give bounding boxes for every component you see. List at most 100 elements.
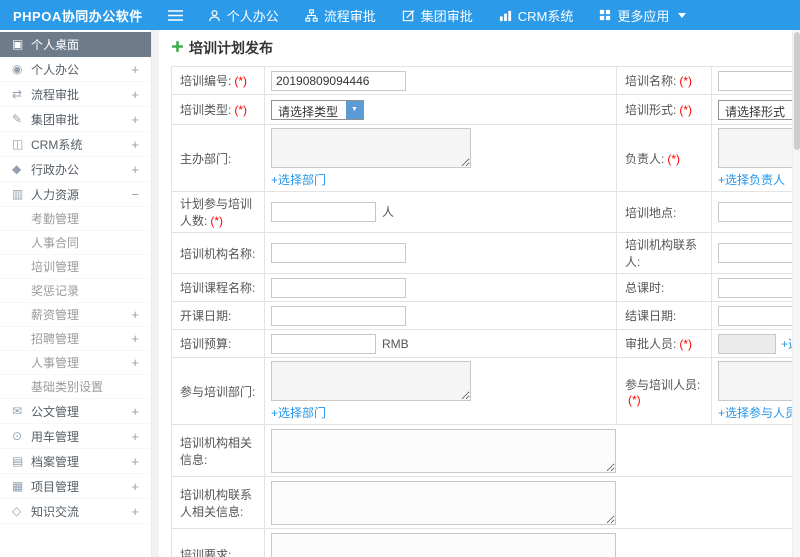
- leader-label: 负责人:: [625, 151, 665, 166]
- org-info-textarea[interactable]: [271, 428, 616, 473]
- planned-count-input[interactable]: [271, 202, 376, 222]
- budget-input[interactable]: [271, 333, 376, 354]
- expand-plus-icon[interactable]: +: [131, 479, 139, 494]
- flow-icon: ⇄: [12, 87, 23, 101]
- nav-process-approval[interactable]: 流程审批: [292, 0, 389, 30]
- sidebar-item-hr[interactable]: ▥ 人力资源 −: [0, 182, 151, 207]
- org-contact-info-textarea[interactable]: [271, 480, 616, 525]
- join-people-textarea[interactable]: [718, 361, 800, 401]
- sidebar-subitem-recruitment[interactable]: 招聘管理 +: [0, 327, 151, 351]
- crm-icon: ◫: [12, 137, 24, 151]
- app-logo[interactable]: PHPOA协同办公软件: [0, 6, 156, 25]
- nav-more-apps[interactable]: 更多应用: [586, 0, 699, 30]
- main-content: 培训计划发布 培训编号:(*) 培训名称:(*) 培训类型:(*) 请选择类型 …: [152, 30, 800, 557]
- required-marker: (*): [679, 337, 693, 351]
- org-contact-label: 培训机构联系人:: [625, 238, 698, 269]
- expand-plus-icon[interactable]: +: [131, 162, 139, 177]
- select-dept-link[interactable]: +选择部门: [271, 171, 326, 188]
- sidebar-item-process-approval[interactable]: ⇄ 流程审批 +: [0, 82, 151, 107]
- sidebar-item-knowledge[interactable]: ◇ 知识交流 +: [0, 499, 151, 524]
- required-marker: (*): [234, 74, 248, 88]
- nav-personal-office[interactable]: 个人办公: [195, 0, 292, 30]
- select-leader-link[interactable]: +选择负责人: [718, 171, 785, 188]
- sidebar-item-group-approval[interactable]: ✎ 集团审批 +: [0, 107, 151, 132]
- org-name-input[interactable]: [271, 243, 406, 263]
- expand-plus-icon[interactable]: +: [131, 355, 139, 370]
- page-layout: ▣ 个人桌面 ◉ 个人办公 + ⇄ 流程审批 + ✎ 集团审批 + ◫ CRM系…: [0, 30, 800, 557]
- required-marker: (*): [628, 392, 641, 407]
- start-date-input[interactable]: [271, 305, 406, 326]
- sidebar-item-crm[interactable]: ◫ CRM系统 +: [0, 132, 151, 157]
- crm-chart-icon: [499, 9, 512, 22]
- sidebar-subitem-training[interactable]: 培训管理: [0, 255, 151, 279]
- sidebar-subitem-hr-contract[interactable]: 人事合同: [0, 231, 151, 255]
- expand-plus-icon[interactable]: +: [131, 307, 139, 322]
- nav-crm[interactable]: CRM系统: [486, 0, 587, 30]
- sidebar-item-archive[interactable]: ▤ 档案管理 +: [0, 449, 151, 474]
- org-info-label: 培训机构相关信息:: [180, 435, 253, 467]
- menu-toggle-icon[interactable]: [156, 0, 195, 30]
- expand-plus-icon[interactable]: +: [131, 331, 139, 346]
- requirement-textarea[interactable]: [271, 532, 616, 557]
- training-no-input[interactable]: [271, 70, 406, 91]
- apps-grid-icon: [599, 9, 611, 21]
- mail-icon: ✉: [12, 404, 23, 418]
- expand-plus-icon[interactable]: +: [131, 137, 139, 152]
- desktop-icon: ▣: [12, 37, 24, 51]
- sidebar-item-personal-desktop[interactable]: ▣ 个人桌面: [0, 32, 151, 57]
- expand-plus-icon[interactable]: +: [131, 112, 139, 127]
- required-marker: (*): [679, 103, 693, 117]
- host-dept-textarea[interactable]: [271, 128, 471, 168]
- location-input[interactable]: [718, 202, 800, 222]
- org-contact-input[interactable]: [718, 243, 800, 263]
- vertical-scrollbar[interactable]: [792, 30, 800, 557]
- scrollbar-thumb[interactable]: [793, 32, 800, 150]
- sidebar-subitem-attendance[interactable]: 考勤管理: [0, 207, 151, 231]
- collapse-minus-icon[interactable]: −: [131, 187, 139, 202]
- leader-textarea[interactable]: [718, 128, 800, 168]
- sidebar-item-admin-office[interactable]: ◆ 行政办公 +: [0, 157, 151, 182]
- unit-label: RMB: [382, 336, 409, 351]
- expand-plus-icon[interactable]: +: [131, 404, 139, 419]
- expand-plus-icon[interactable]: +: [131, 429, 139, 444]
- training-mode-select[interactable]: 请选择形式 ▼: [718, 99, 800, 120]
- sidebar-item-vehicle[interactable]: ⊙ 用车管理 +: [0, 424, 151, 449]
- required-marker: (*): [679, 74, 693, 88]
- sidebar-item-project[interactable]: ▦ 项目管理 +: [0, 474, 151, 499]
- nav-label: 集团审批: [420, 8, 473, 24]
- sidebar-item-personal-office[interactable]: ◉ 个人办公 +: [0, 57, 151, 82]
- hr-icon: ▥: [12, 187, 24, 201]
- sidebar-item-document[interactable]: ✉ 公文管理 +: [0, 399, 151, 424]
- archive-icon: ▤: [12, 454, 24, 468]
- nav-label: CRM系统: [517, 8, 574, 24]
- expand-plus-icon[interactable]: +: [131, 454, 139, 469]
- expand-plus-icon[interactable]: +: [131, 62, 139, 77]
- nav-label: 流程审批: [323, 8, 376, 24]
- select-join-people-link[interactable]: +选择参与人员: [718, 404, 797, 421]
- sidebar-subitem-rewards[interactable]: 奖惩记录: [0, 279, 151, 303]
- course-name-input[interactable]: [271, 277, 406, 298]
- page-title: 培训计划发布: [171, 38, 800, 58]
- nav-group-approval[interactable]: 集团审批: [389, 0, 486, 30]
- training-name-input[interactable]: [718, 70, 800, 91]
- sidebar-subitem-personnel[interactable]: 人事管理 +: [0, 351, 151, 375]
- admin-icon: ◆: [12, 162, 22, 176]
- training-mode-label: 培训形式:: [625, 103, 677, 117]
- join-dept-textarea[interactable]: [271, 361, 471, 401]
- end-date-input[interactable]: [718, 305, 800, 326]
- select-value: 请选择形式: [725, 104, 786, 119]
- sidebar-subitem-salary[interactable]: 薪资管理 +: [0, 303, 151, 327]
- join-dept-label: 参与培训部门:: [180, 384, 256, 399]
- sidebar-subitem-base-category[interactable]: 基础类别设置: [0, 375, 151, 399]
- edit-icon: ✎: [12, 112, 23, 126]
- expand-plus-icon[interactable]: +: [131, 504, 139, 519]
- training-no-label: 培训编号:: [180, 74, 232, 88]
- select-dept-link[interactable]: +选择部门: [271, 404, 326, 421]
- training-type-select[interactable]: 请选择类型 ▼: [271, 99, 365, 120]
- org-contact-info-label: 培训机构联系人相关信息:: [180, 487, 253, 519]
- total-hours-input[interactable]: [718, 277, 800, 298]
- approver-input[interactable]: [718, 333, 776, 354]
- total-hours-label: 总课时:: [625, 281, 665, 295]
- nav-label: 个人办公: [226, 8, 279, 24]
- expand-plus-icon[interactable]: +: [131, 87, 139, 102]
